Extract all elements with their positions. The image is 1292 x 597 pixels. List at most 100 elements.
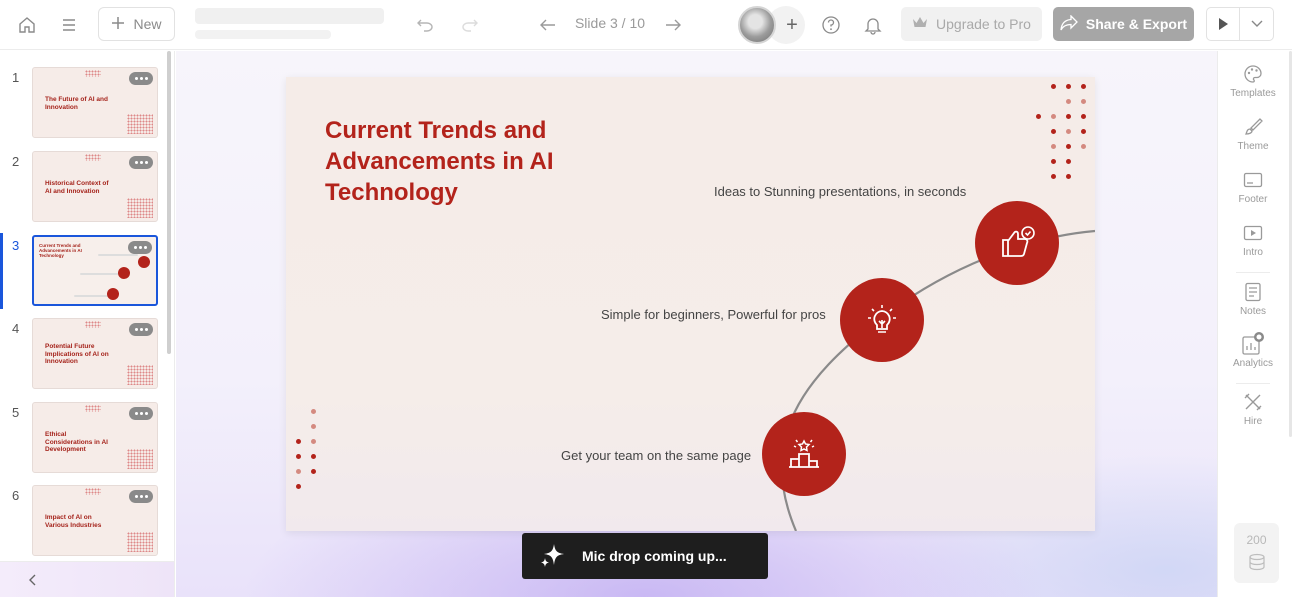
new-button[interactable]: New bbox=[98, 7, 175, 41]
generation-toast: Mic drop coming up... bbox=[522, 533, 768, 579]
templates-label: Templates bbox=[1230, 88, 1276, 99]
decor-dot bbox=[296, 439, 301, 444]
slide-thumbnail-row[interactable]: 6 Impact of AI on Various Industries bbox=[0, 485, 170, 565]
slide-thumbnail[interactable]: Current Trends and Advancements in AI Te… bbox=[32, 235, 158, 306]
menu-icon[interactable] bbox=[56, 12, 82, 38]
notes-button[interactable]: Notes bbox=[1218, 281, 1288, 317]
thumbnail-circle bbox=[118, 267, 130, 279]
presentation-subtitle-placeholder bbox=[195, 30, 331, 39]
hire-button[interactable]: Hire bbox=[1218, 391, 1288, 427]
plus-icon bbox=[111, 16, 125, 33]
slide-thumbnail[interactable]: The Future of AI and Innovation bbox=[32, 67, 158, 138]
upgrade-to-pro-button[interactable]: Upgrade to Pro bbox=[901, 7, 1042, 41]
slide-thumbnail-title: Historical Context of AI and Innovation bbox=[45, 180, 109, 195]
slide-thumbnail-row[interactable]: 2 Historical Context of AI and Innovatio… bbox=[0, 151, 170, 231]
thumbnail-circle bbox=[107, 288, 119, 300]
decor-dot bbox=[1066, 159, 1071, 164]
more-options-button[interactable] bbox=[129, 156, 153, 169]
more-options-button[interactable] bbox=[129, 490, 153, 503]
decor-dot bbox=[311, 454, 316, 459]
analytics-label: Analytics bbox=[1232, 358, 1273, 369]
coins-icon bbox=[1234, 553, 1279, 571]
podium-icon-circle[interactable] bbox=[762, 412, 846, 496]
slide-counter: Slide 3 / 10 bbox=[574, 15, 646, 31]
slide-number: 4 bbox=[12, 321, 20, 336]
bell-icon[interactable] bbox=[860, 12, 886, 38]
palette-icon bbox=[1218, 63, 1288, 85]
more-options-button[interactable] bbox=[129, 323, 153, 336]
slide-thumbnail-row[interactable]: 4 Potential Future Implications of AI on… bbox=[0, 318, 170, 398]
sparkle-icon bbox=[540, 542, 568, 571]
footer-label: Footer bbox=[1238, 194, 1268, 205]
dot-pattern bbox=[85, 405, 101, 412]
slide-thumbnail[interactable]: Historical Context of AI and Innovation bbox=[32, 151, 158, 222]
slides-panel-footer bbox=[0, 561, 174, 597]
tools-icon bbox=[1218, 391, 1288, 413]
slide-thumbnail-row[interactable]: 5 Ethical Considerations in AI Developme… bbox=[0, 402, 170, 482]
presentation-title-placeholder[interactable] bbox=[195, 8, 384, 24]
analytics-icon bbox=[1218, 332, 1288, 355]
share-export-button[interactable]: Share & Export bbox=[1053, 7, 1194, 41]
more-options-button[interactable] bbox=[129, 407, 153, 420]
avatar[interactable] bbox=[738, 6, 776, 44]
crown-icon bbox=[912, 16, 928, 32]
credits-widget[interactable]: 200 bbox=[1234, 523, 1279, 583]
slide-thumbnail-title: Current Trends and Advancements in AI Te… bbox=[39, 243, 82, 258]
divider bbox=[1236, 383, 1270, 384]
more-options-button[interactable] bbox=[128, 241, 152, 254]
slide-number: 1 bbox=[12, 70, 20, 85]
slide-thumbnail-row-active[interactable]: 3 Current Trends and Advancements in AI … bbox=[0, 233, 170, 315]
point-text-1[interactable]: Ideas to Stunning presentations, in seco… bbox=[714, 184, 966, 199]
current-slide[interactable]: Current Trends and Advancements in AI Te… bbox=[286, 77, 1095, 531]
decor-dot bbox=[296, 469, 301, 474]
decor-dot bbox=[1051, 114, 1056, 119]
help-icon[interactable] bbox=[818, 12, 844, 38]
slide-thumbnail-title: Impact of AI on Various Industries bbox=[45, 514, 102, 529]
dot-pattern bbox=[127, 532, 153, 552]
play-icon[interactable] bbox=[1207, 8, 1241, 40]
design-sidebar: Templates Theme Footer Intro Notes Analy… bbox=[1217, 51, 1292, 597]
analytics-button[interactable]: Analytics bbox=[1218, 332, 1288, 369]
theme-button[interactable]: Theme bbox=[1218, 116, 1288, 152]
next-slide-icon[interactable] bbox=[660, 12, 686, 38]
dot-pattern bbox=[85, 70, 101, 77]
decor-dot bbox=[1081, 114, 1086, 119]
decor-dot bbox=[1066, 99, 1071, 104]
plus-icon: + bbox=[786, 13, 798, 36]
redo-icon[interactable] bbox=[457, 12, 483, 38]
footer-button[interactable]: Footer bbox=[1218, 169, 1288, 205]
thumbs-up-icon bbox=[1002, 226, 1035, 257]
slide-thumbnail-title: Ethical Considerations in AI Development bbox=[45, 431, 108, 453]
decor-dot bbox=[1051, 84, 1056, 89]
decor-dot bbox=[1066, 129, 1071, 134]
dot-pattern bbox=[127, 365, 153, 385]
intro-button[interactable]: Intro bbox=[1218, 222, 1288, 258]
slide-thumbnail-row[interactable]: 1 The Future of AI and Innovation bbox=[0, 67, 170, 147]
point-text-3[interactable]: Get your team on the same page bbox=[561, 448, 751, 463]
chevron-left-icon[interactable] bbox=[24, 572, 40, 588]
slide-thumbnail[interactable]: Potential Future Implications of AI on I… bbox=[32, 318, 158, 389]
dot-pattern bbox=[127, 198, 153, 218]
slide-number: 5 bbox=[12, 405, 20, 420]
dot-pattern bbox=[127, 114, 153, 134]
video-play-icon bbox=[1218, 222, 1288, 244]
home-icon[interactable] bbox=[14, 12, 40, 38]
slide-number: 2 bbox=[12, 154, 20, 169]
top-toolbar: New Slide 3 / 10 + Upgrade to Pro Share … bbox=[0, 0, 1292, 50]
previous-slide-icon[interactable] bbox=[535, 12, 561, 38]
lightbulb-icon-circle[interactable] bbox=[840, 278, 924, 362]
decor-dot bbox=[1081, 129, 1086, 134]
slides-scrollbar[interactable] bbox=[167, 51, 171, 354]
slide-thumbnail[interactable]: Impact of AI on Various Industries bbox=[32, 485, 158, 556]
podium-icon bbox=[789, 439, 819, 468]
undo-icon[interactable] bbox=[412, 12, 438, 38]
decor-dot bbox=[1066, 84, 1071, 89]
chevron-down-icon[interactable] bbox=[1240, 8, 1273, 40]
footer-icon bbox=[1218, 169, 1288, 191]
more-options-button[interactable] bbox=[129, 72, 153, 85]
thumbs-up-icon-circle[interactable] bbox=[975, 201, 1059, 285]
hire-label: Hire bbox=[1243, 416, 1263, 427]
slide-thumbnail[interactable]: Ethical Considerations in AI Development bbox=[32, 402, 158, 473]
point-text-2[interactable]: Simple for beginners, Powerful for pros bbox=[601, 307, 826, 322]
templates-button[interactable]: Templates bbox=[1218, 63, 1288, 99]
